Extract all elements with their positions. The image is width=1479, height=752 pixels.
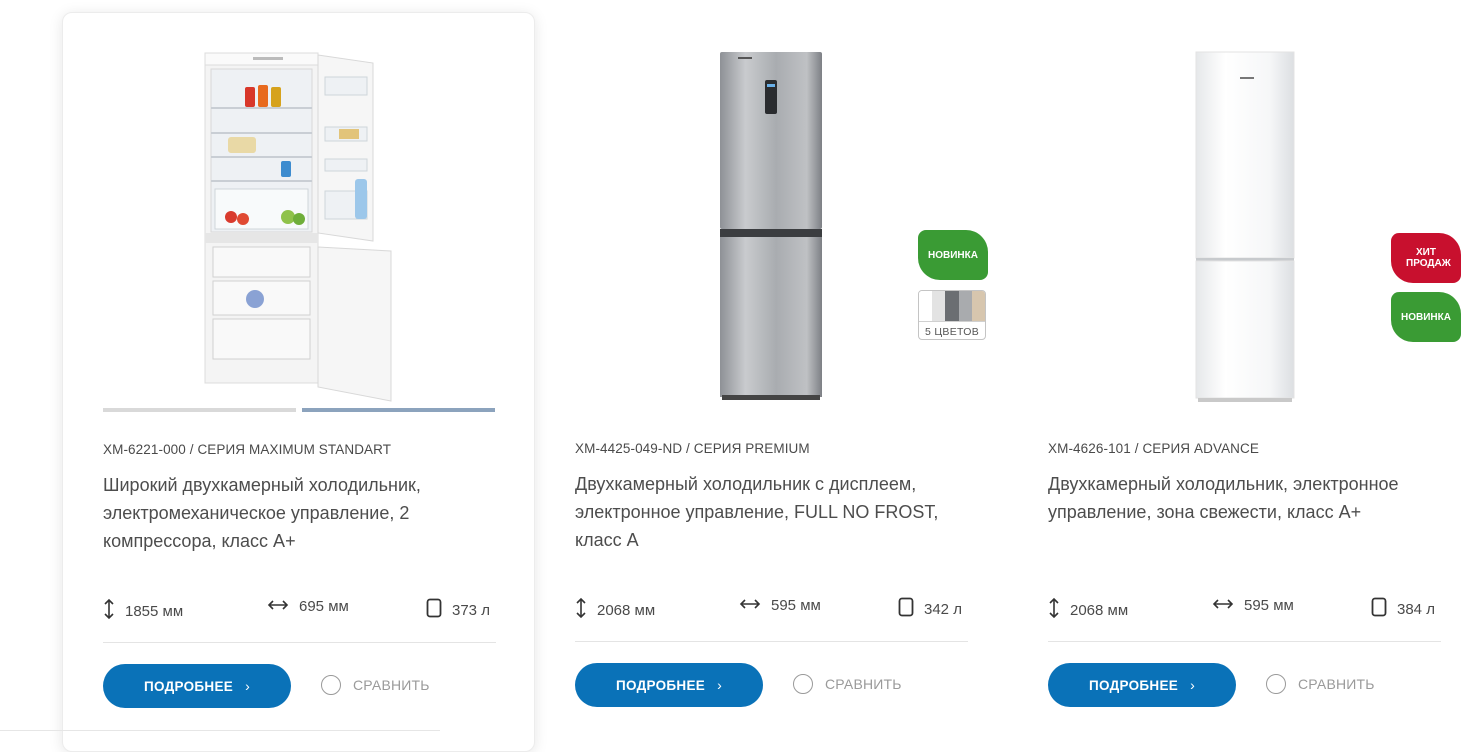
product-specs: 2068 мм 595 мм 342 л — [575, 597, 968, 623]
product-card[interactable]: ХМ-6221-000 / СЕРИЯ MAXIMUM STANDART Шир… — [62, 12, 535, 752]
product-image[interactable] — [103, 41, 496, 411]
chevron-right-icon: › — [1190, 677, 1196, 693]
product-description[interactable]: Двухкамерный холодильник с дисплеем, эле… — [575, 470, 968, 554]
product-image[interactable] — [1048, 40, 1441, 410]
compare-checkbox[interactable]: СРАВНИТЬ — [1266, 674, 1375, 694]
spec-volume: 373 л — [426, 598, 490, 622]
height-arrow-icon — [1048, 597, 1060, 623]
spec-volume: 342 л — [898, 597, 962, 621]
details-button[interactable]: ПОДРОБНЕЕ › — [1048, 663, 1236, 707]
divider — [575, 641, 968, 642]
details-button[interactable]: ПОДРОБНЕЕ › — [575, 663, 763, 707]
divider — [103, 642, 496, 643]
compare-radio-icon[interactable] — [321, 675, 341, 695]
volume-value: 342 л — [924, 600, 962, 618]
compare-label[interactable]: СРАВНИТЬ — [1298, 676, 1375, 692]
compare-label[interactable]: СРАВНИТЬ — [353, 677, 430, 693]
width-value: 595 мм — [1244, 597, 1294, 614]
product-card[interactable]: ХИТ ПРОДАЖ НОВИНКА ХМ-4626-101 / СЕРИЯ A… — [1008, 12, 1479, 752]
spec-height: 2068 мм — [575, 597, 655, 623]
height-arrow-icon — [103, 598, 115, 624]
width-arrow-icon — [267, 598, 289, 615]
volume-value: 384 л — [1397, 600, 1435, 618]
compare-label[interactable]: СРАВНИТЬ — [825, 676, 902, 692]
product-code: ХМ-4626-101 / СЕРИЯ ADVANCE — [1048, 441, 1259, 456]
product-specs: 2068 мм 595 мм 384 л — [1048, 597, 1441, 623]
badge-new-label: НОВИНКА — [1401, 311, 1451, 323]
spec-height: 1855 мм — [103, 598, 183, 624]
product-card[interactable]: НОВИНКА 5 ЦВЕТОВ ХМ-4425-049-ND / СЕРИЯ … — [535, 12, 1008, 752]
height-arrow-icon — [575, 597, 587, 623]
chevron-right-icon: › — [245, 678, 251, 694]
product-code: ХМ-6221-000 / СЕРИЯ MAXIMUM STANDART — [103, 442, 392, 457]
product-description[interactable]: Двухкамерный холодильник, электронное уп… — [1048, 470, 1441, 526]
color-swatches — [919, 291, 985, 321]
volume-box-icon — [426, 598, 442, 622]
height-value: 2068 мм — [597, 601, 656, 619]
chevron-right-icon: › — [717, 677, 723, 693]
details-label: ПОДРОБНЕЕ — [143, 678, 234, 694]
volume-box-icon — [898, 597, 914, 621]
compare-checkbox[interactable]: СРАВНИТЬ — [321, 675, 430, 695]
spec-width: 695 мм — [267, 598, 349, 615]
product-image[interactable] — [575, 40, 968, 410]
spec-height: 2068 мм — [1048, 597, 1128, 623]
product-specs: 1855 мм 695 мм 373 л — [103, 598, 496, 624]
volume-box-icon — [1371, 597, 1387, 621]
divider — [1048, 641, 1441, 642]
colors-label: 5 ЦВЕТОВ — [919, 321, 985, 339]
badge-hit-label: ХИТ ПРОДАЖ — [1406, 247, 1451, 269]
section-bottom-border — [0, 730, 440, 731]
details-label: ПОДРОБНЕЕ — [615, 677, 706, 693]
badge-hit: ХИТ ПРОДАЖ — [1391, 233, 1461, 283]
product-description[interactable]: Широкий двухкамерный холодильник, электр… — [103, 471, 496, 555]
compare-checkbox[interactable]: СРАВНИТЬ — [793, 674, 902, 694]
spec-width: 595 мм — [739, 597, 821, 614]
compare-radio-icon[interactable] — [1266, 674, 1286, 694]
spec-width: 595 мм — [1212, 597, 1294, 614]
width-arrow-icon — [1212, 597, 1234, 614]
badge-new: НОВИНКА — [918, 230, 988, 280]
colors-badge[interactable]: 5 ЦВЕТОВ — [918, 290, 986, 340]
slider-dot-active[interactable] — [302, 408, 495, 412]
volume-value: 373 л — [452, 601, 490, 619]
height-value: 2068 мм — [1070, 601, 1129, 619]
width-value: 695 мм — [299, 598, 349, 615]
image-slider-indicator[interactable] — [103, 408, 496, 412]
spec-volume: 384 л — [1371, 597, 1435, 621]
compare-radio-icon[interactable] — [793, 674, 813, 694]
width-value: 595 мм — [771, 597, 821, 614]
slider-dot[interactable] — [103, 408, 296, 412]
details-label: ПОДРОБНЕЕ — [1088, 677, 1179, 693]
width-arrow-icon — [739, 597, 761, 614]
details-button[interactable]: ПОДРОБНЕЕ › — [103, 664, 291, 708]
height-value: 1855 мм — [125, 602, 184, 620]
product-code: ХМ-4425-049-ND / СЕРИЯ PREMIUM — [575, 441, 810, 456]
badge-new: НОВИНКА — [1391, 292, 1461, 342]
badge-new-label: НОВИНКА — [928, 249, 978, 261]
